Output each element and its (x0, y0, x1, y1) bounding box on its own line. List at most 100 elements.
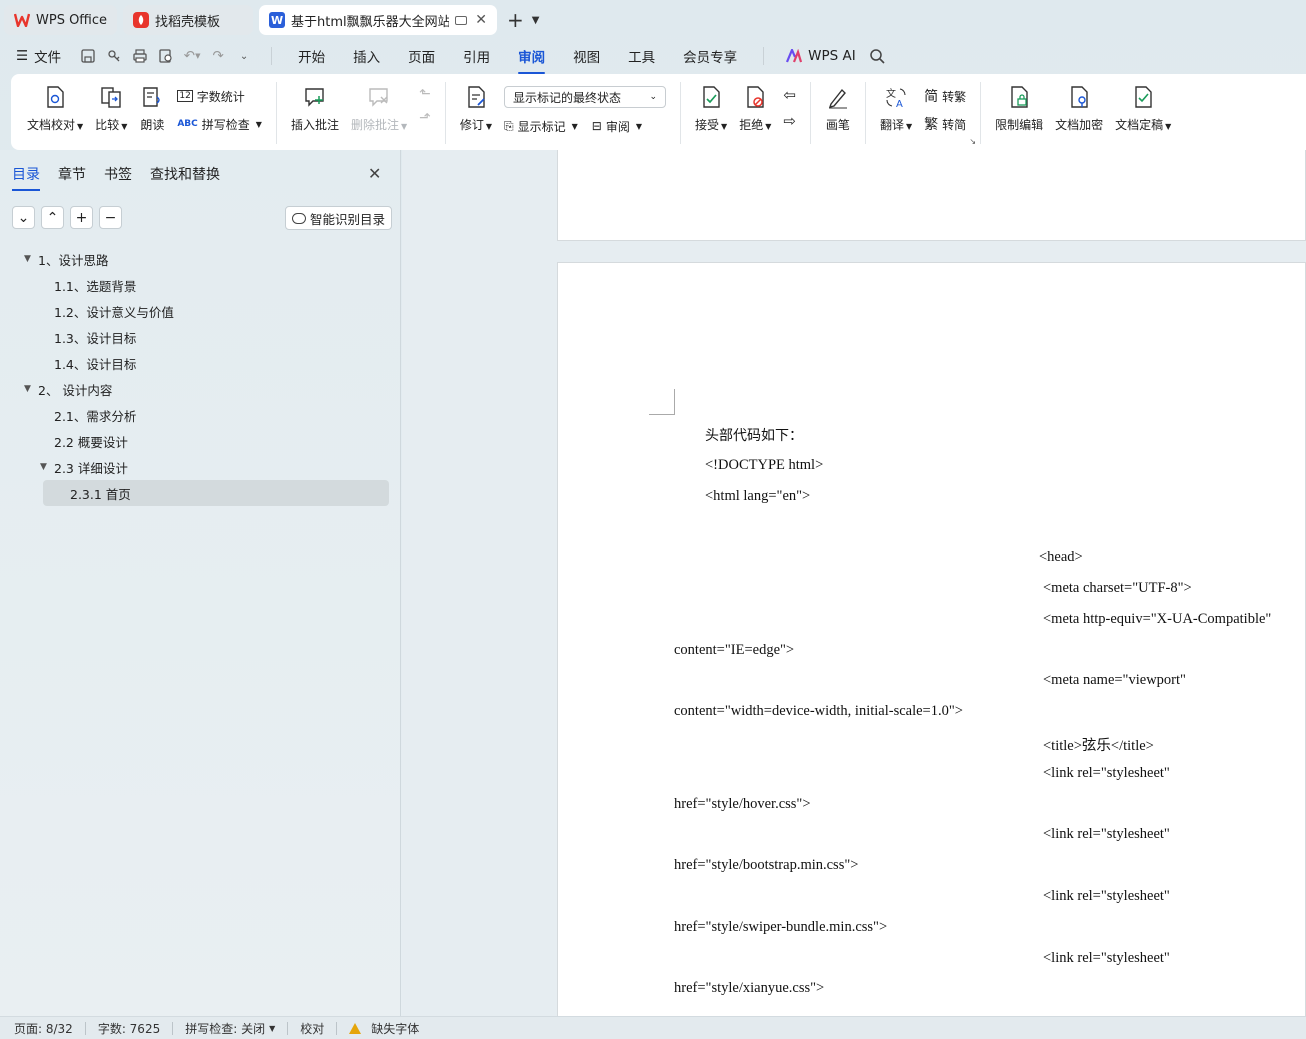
share-link-icon[interactable] (103, 45, 125, 67)
divider (809, 82, 811, 144)
tab-bookmarks[interactable]: 书签 (104, 164, 132, 184)
next-comment-icon[interactable]: ⬏ (419, 110, 431, 126)
wps-ai-button[interactable]: WPS AI (786, 48, 856, 64)
menu-page[interactable]: 页面 (408, 46, 435, 66)
tab-wps-office[interactable]: WPS Office (4, 5, 118, 35)
document-canvas[interactable]: 头部代码如下： <!DOCTYPE html> <html lang="en">… (402, 150, 1306, 1016)
new-tab-icon[interactable]: + (507, 8, 524, 32)
encrypt-button[interactable]: 文档加密 (1049, 82, 1109, 133)
translate-button[interactable]: 文A 翻译 ▼ (874, 82, 918, 133)
compare-label: 比较 (95, 118, 120, 132)
group-expand-icon[interactable]: ↘ (969, 137, 976, 146)
track-changes-button[interactable]: 修订 ▼ (454, 82, 498, 133)
tab-toc[interactable]: 目录 (12, 164, 40, 191)
tab-sections[interactable]: 章节 (58, 164, 86, 184)
pen-label: 画笔 (825, 118, 850, 132)
divider (444, 82, 446, 144)
previous-comment-icon[interactable]: ⬑ (419, 86, 431, 102)
spell-check-button[interactable]: ABC 拼写检查 ▼ (177, 114, 262, 134)
chevron-down-icon[interactable]: ▼ (532, 15, 540, 26)
page-indicator[interactable]: 页面: 8/32 (14, 1020, 73, 1037)
undo-icon[interactable]: ↶ ▼ (181, 45, 203, 67)
redo-icon[interactable]: ↷ (207, 45, 229, 67)
doc-line: content="IE=edge"> (674, 642, 795, 658)
spell-check-status[interactable]: 拼写检查: 关闭 ▼ (185, 1020, 275, 1037)
restrict-edit-button[interactable]: 限制编辑 (989, 82, 1049, 133)
print-icon[interactable] (129, 45, 151, 67)
toc-item[interactable]: 1.1、选题背景 (0, 272, 400, 298)
expand-triangle-icon[interactable]: ▼ (40, 462, 47, 472)
menu-references[interactable]: 引用 (463, 46, 490, 66)
ribbon-group-proofing: 文档校对 ▼ 比较 ▼ 朗读 12 字数统计 ABC 拼写检查 ▼ (21, 82, 268, 144)
translate-icon: 文A (883, 84, 909, 110)
toc-item-selected[interactable]: 2.3.1 首页 (43, 480, 389, 506)
accept-button[interactable]: 接受 ▼ (689, 82, 733, 133)
customize-chevron-icon[interactable]: ⌄ (233, 45, 255, 67)
print-preview-icon[interactable] (155, 45, 177, 67)
doc-line: <head> (1039, 549, 1083, 565)
markup-state-value: 显示标记的最终状态 (513, 90, 622, 105)
show-markup-button[interactable]: ⎘ 显示标记 ▼ (504, 116, 578, 136)
toc-item[interactable]: 1.2、设计意义与价值 (0, 298, 400, 324)
to-simplified-button[interactable]: 繁 转简 (924, 114, 966, 134)
previous-change-icon[interactable]: ⇦ (783, 86, 796, 104)
word-count-indicator[interactable]: 字数: 7625 (98, 1020, 160, 1037)
reject-button[interactable]: 拒绝 ▼ (733, 82, 777, 133)
close-pane-icon[interactable]: ✕ (368, 164, 381, 183)
expand-triangle-icon[interactable]: ▼ (24, 254, 31, 264)
pen-button[interactable]: 画笔 (819, 82, 857, 133)
doc-check-button[interactable]: 文档校对 ▼ (21, 82, 89, 133)
tab-docer-templates[interactable]: 找稻壳模板 (123, 5, 254, 35)
to-traditional-button[interactable]: 简 转繁 (924, 86, 966, 106)
menu-tools[interactable]: 工具 (628, 46, 655, 66)
compare-button[interactable]: 比较 ▼ (89, 82, 133, 133)
doc-check-label: 文档校对 (27, 118, 76, 132)
doc-line: <html lang="en"> (705, 488, 811, 504)
save-icon[interactable] (77, 45, 99, 67)
expand-triangle-icon[interactable]: ▼ (24, 384, 31, 394)
next-change-icon[interactable]: ⇨ (783, 112, 796, 130)
tab-current-document[interactable]: W 基于html飘飘乐器大全网站的 ✕ (259, 5, 498, 35)
file-menu[interactable]: ☰ 文件 (16, 46, 61, 66)
doc-line: <!DOCTYPE html> (705, 457, 824, 473)
smart-toc-button[interactable]: 智能识别目录 (285, 206, 393, 230)
toc-item[interactable]: 1.4、设计目标 (0, 350, 400, 376)
menu-home[interactable]: 开始 (298, 46, 325, 66)
markup-state-select[interactable]: 显示标记的最终状态 ⌄ (504, 86, 667, 108)
collapse-up-icon[interactable]: ⌃ (41, 206, 64, 229)
toc-item[interactable]: ▼ 1、设计思路 (0, 246, 400, 272)
toc-item[interactable]: 2.1、需求分析 (0, 402, 400, 428)
add-heading-icon[interactable]: + (70, 206, 93, 229)
translate-label: 翻译 (879, 118, 904, 132)
menu-member[interactable]: 会员专享 (683, 46, 737, 66)
toc-item[interactable]: ▼ 2.3 详细设计 (0, 454, 400, 480)
divider (271, 47, 273, 65)
expand-down-icon[interactable]: ⌄ (12, 206, 35, 229)
tab-bar: WPS Office 找稻壳模板 W 基于html飘飘乐器大全网站的 ✕ + ▼ (0, 0, 1306, 40)
toc-item[interactable]: 2.2 概要设计 (0, 428, 400, 454)
word-count-button[interactable]: 12 字数统计 (177, 86, 262, 106)
finalize-icon (1130, 84, 1156, 110)
monitor-icon[interactable] (455, 15, 468, 25)
menu-insert[interactable]: 插入 (353, 46, 380, 66)
toc-item[interactable]: ▼ 2、 设计内容 (0, 376, 400, 402)
search-icon[interactable] (866, 45, 888, 67)
finalize-button[interactable]: 文档定稿 ▼ (1109, 82, 1177, 133)
review-pane-button[interactable]: ⊟ 审阅 ▼ (592, 116, 642, 136)
menu-view[interactable]: 视图 (573, 46, 600, 66)
delete-comment-button[interactable]: 删除批注 ▼ (345, 82, 413, 133)
missing-font-status[interactable]: 缺失字体 (349, 1020, 419, 1037)
remove-heading-icon[interactable]: − (99, 206, 122, 229)
read-aloud-button[interactable]: 朗读 (133, 82, 171, 133)
tab-find-replace[interactable]: 查找和替换 (150, 164, 220, 184)
insert-comment-button[interactable]: 插入批注 (285, 82, 345, 133)
page-current[interactable]: 头部代码如下： <!DOCTYPE html> <html lang="en">… (557, 262, 1306, 1016)
close-tab-icon[interactable]: ✕ (475, 12, 487, 28)
toc-item[interactable]: 1.3、设计目标 (0, 324, 400, 350)
show-markup-label: 显示标记 (517, 119, 566, 134)
hamburger-icon: ☰ (16, 48, 29, 64)
divider (980, 82, 982, 144)
proof-status[interactable]: 校对 (300, 1020, 324, 1037)
menu-review[interactable]: 审阅 (518, 46, 546, 74)
traditional-icon: 简 (924, 89, 939, 105)
